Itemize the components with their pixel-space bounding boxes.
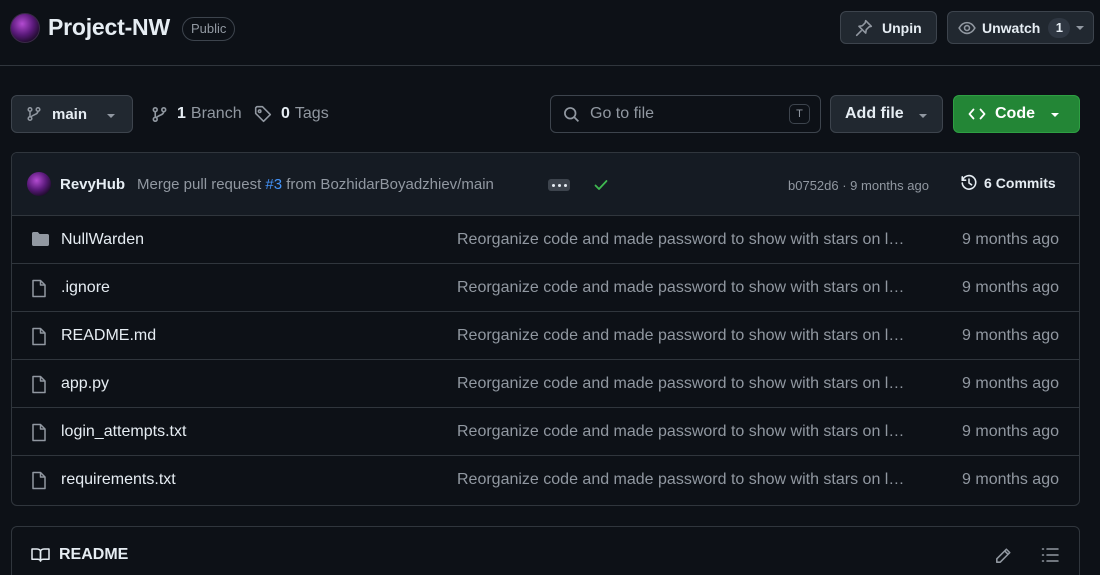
eye-icon <box>958 19 976 37</box>
tag-count: 0 <box>281 105 290 122</box>
file-age: 9 months ago <box>962 375 1059 392</box>
table-row[interactable]: NullWarden Reorganize code and made pass… <box>12 216 1079 264</box>
book-icon <box>31 547 50 563</box>
file-icon <box>31 471 47 490</box>
file-commit-message[interactable]: Reorganize code and made password to sho… <box>457 375 912 393</box>
repo-header: Project-NW Public Unpin Unwatch 1 <box>0 0 1100 66</box>
file-name[interactable]: requirements.txt <box>61 471 176 489</box>
file-commit-message[interactable]: Reorganize code and made password to sho… <box>457 423 912 441</box>
readme-tab-label: README <box>59 546 129 563</box>
file-icon <box>31 279 47 298</box>
search-icon <box>563 106 580 123</box>
tags-link[interactable]: 0 Tags <box>254 105 329 123</box>
file-name[interactable]: README.md <box>61 327 156 345</box>
owner-avatar[interactable] <box>10 13 40 43</box>
check-icon[interactable] <box>593 177 609 193</box>
chevron-down-icon <box>106 113 116 119</box>
watch-count: 1 <box>1048 17 1071 38</box>
commit-message-suffix: from BozhidarBoyadzhiev/main <box>286 176 494 193</box>
commits-link[interactable]: 6 Commits <box>960 174 1056 192</box>
pin-icon <box>855 19 873 37</box>
add-file-label: Add file <box>845 105 904 122</box>
pr-link[interactable]: #3 <box>265 176 282 193</box>
table-row[interactable]: login_attempts.txt Reorganize code and m… <box>12 408 1079 456</box>
folder-icon <box>31 231 50 247</box>
go-to-file-placeholder: Go to file <box>590 105 655 122</box>
keyboard-shortcut-hint: T <box>789 104 810 124</box>
file-icon <box>31 327 47 346</box>
tag-label: Tags <box>294 105 329 122</box>
file-name[interactable]: login_attempts.txt <box>61 423 186 441</box>
chevron-down-icon <box>1050 112 1060 118</box>
tag-icon <box>254 105 272 123</box>
file-icon <box>31 423 47 442</box>
readme-tab[interactable]: README <box>31 546 128 564</box>
file-commit-message[interactable]: Reorganize code and made password to sho… <box>457 327 912 345</box>
commit-message-prefix: Merge pull request <box>137 176 262 193</box>
file-age: 9 months ago <box>962 423 1059 440</box>
go-to-file-input[interactable]: Go to file T <box>550 95 821 133</box>
file-commit-message[interactable]: Reorganize code and made password to sho… <box>457 231 912 249</box>
unpin-button[interactable]: Unpin <box>840 11 937 44</box>
unwatch-button[interactable]: Unwatch 1 <box>947 11 1094 44</box>
list-outline-icon[interactable] <box>1041 547 1059 563</box>
file-name[interactable]: NullWarden <box>61 231 144 249</box>
table-row[interactable]: requirements.txt Reorganize code and mad… <box>12 456 1079 504</box>
code-button[interactable]: Code <box>953 95 1080 133</box>
add-file-button[interactable]: Add file <box>830 95 943 133</box>
pencil-icon[interactable] <box>994 547 1012 565</box>
git-branch-icon <box>151 106 168 123</box>
file-name[interactable]: app.py <box>61 375 109 393</box>
unwatch-label: Unwatch <box>982 19 1041 36</box>
file-age: 9 months ago <box>962 471 1059 488</box>
table-row[interactable]: app.py Reorganize code and made password… <box>12 360 1079 408</box>
commit-author[interactable]: RevyHub <box>60 176 125 193</box>
file-icon <box>31 375 47 394</box>
branch-selector[interactable]: main <box>11 95 133 133</box>
avatar[interactable] <box>27 172 51 196</box>
visibility-badge: Public <box>182 17 236 41</box>
file-age: 9 months ago <box>962 327 1059 344</box>
table-row[interactable]: .ignore Reorganize code and made passwor… <box>12 264 1079 312</box>
branches-link[interactable]: 1 Branch <box>151 105 242 123</box>
commits-label: Commits <box>995 175 1056 191</box>
repo-name[interactable]: Project-NW <box>48 14 170 41</box>
file-age: 9 months ago <box>962 279 1059 296</box>
commit-message[interactable]: Merge pull request #3 from BozhidarBoyad… <box>137 176 494 193</box>
branch-count: 1 <box>177 105 186 122</box>
branch-name: main <box>52 105 88 123</box>
commit-count: 6 <box>984 175 992 191</box>
file-browser: RevyHub Merge pull request #3 from Bozhi… <box>11 152 1080 506</box>
git-branch-icon <box>26 106 42 122</box>
expand-commit-button[interactable] <box>548 179 570 191</box>
file-commit-message[interactable]: Reorganize code and made password to sho… <box>457 279 912 297</box>
file-age: 9 months ago <box>962 231 1059 248</box>
history-icon <box>960 174 978 192</box>
readme-panel: README <box>11 526 1080 575</box>
commit-sha-age[interactable]: b0752d6 · 9 months ago <box>788 178 929 193</box>
file-name[interactable]: .ignore <box>61 279 110 297</box>
file-commit-message[interactable]: Reorganize code and made password to sho… <box>457 471 912 489</box>
chevron-down-icon <box>918 113 928 119</box>
code-icon <box>968 107 986 121</box>
table-row[interactable]: README.md Reorganize code and made passw… <box>12 312 1079 360</box>
unpin-label: Unpin <box>882 19 922 36</box>
code-label: Code <box>995 105 1035 122</box>
chevron-down-icon[interactable] <box>1075 24 1085 32</box>
branch-label: Branch <box>190 105 242 122</box>
latest-commit-bar: RevyHub Merge pull request #3 from Bozhi… <box>12 153 1079 216</box>
